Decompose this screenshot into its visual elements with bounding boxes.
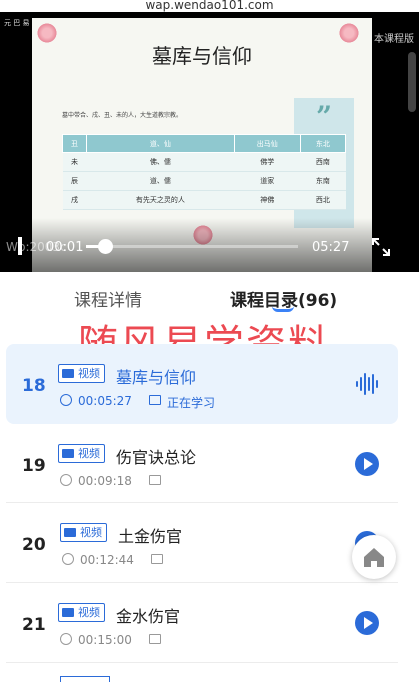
lesson-status: 正在学习 — [167, 396, 216, 410]
lesson-number: 18 — [22, 376, 46, 396]
slide-table-cell: 佛、儒 — [86, 152, 235, 172]
home-button[interactable] — [352, 535, 396, 579]
url-text: wap.wendao101.com — [145, 0, 274, 12]
slide-table-cell: 西北 — [300, 190, 346, 210]
slide-table: 丑 道、仙 出马仙 东北 未 佛、儒 佛学 西南 辰 道、儒 道家 东南 戌 有… — [61, 134, 347, 210]
video-type-badge: 视频 — [58, 603, 105, 622]
slide-text: 墓中带合、戌、丑、未的人，大生道教宗教。 — [62, 112, 183, 119]
slide-table-cell: 未 — [62, 152, 87, 172]
slide-table-header-cell: 道、仙 — [86, 134, 235, 153]
tab-course-details[interactable]: 课程详情 — [74, 286, 142, 311]
video-player[interactable]: 元 巴 易 墓库与信仰 墓中带合、戌、丑、未的人，大生道教宗教。 ” 丑 道、仙… — [0, 12, 419, 272]
lesson-row[interactable]: 18 视频 墓库与信仰 00:05:27 正在学习 — [6, 344, 398, 424]
slide-title: 墓库与信仰 — [152, 44, 252, 68]
play-button-icon[interactable] — [355, 452, 379, 476]
lesson-title: 伤官诀总论 — [116, 448, 197, 467]
clock-icon — [60, 633, 72, 645]
slide-table-cell: 戌 — [62, 190, 87, 210]
pause-icon[interactable] — [18, 237, 22, 255]
lesson-duration: 00:15:00 — [78, 633, 132, 647]
course-tabs: 课程详情 课程目录(96) — [0, 272, 419, 316]
slide-table-cell: 辰 — [62, 171, 87, 191]
lesson-number: 21 — [22, 615, 46, 635]
lesson-number: 19 — [22, 456, 46, 476]
home-icon — [364, 548, 384, 567]
slide-table-cell: 东南 — [300, 171, 346, 191]
courseware-icon — [151, 554, 163, 564]
video-camera-icon — [62, 608, 74, 617]
slide-table-row: 戌 有先天之灵的人 神佛 西北 — [62, 190, 346, 210]
slide-table-cell: 道家 — [234, 171, 301, 191]
slide-table-header-cell: 东北 — [299, 134, 347, 153]
lesson-duration: 00:09:18 — [78, 474, 132, 488]
video-type-badge: 视频 — [58, 444, 105, 463]
play-button-icon[interactable] — [355, 611, 379, 635]
video-type-label: 视频 — [78, 447, 100, 460]
video-camera-icon — [64, 528, 76, 537]
next-lesson-badge-partial — [60, 676, 110, 682]
lesson-title: 金水伤官 — [116, 607, 181, 626]
quote-icon: ” — [316, 100, 333, 133]
fullscreen-icon[interactable] — [370, 236, 392, 258]
slide-table-header: 丑 道、仙 出马仙 东北 — [61, 134, 347, 153]
slide-table-header-cell: 丑 — [61, 134, 88, 153]
video-type-label: 视频 — [80, 526, 102, 539]
progress-slider[interactable] — [86, 239, 298, 254]
video-type-badge: 视频 — [60, 523, 107, 542]
total-duration: 05:27 — [312, 240, 350, 255]
slide-table-row: 未 佛、儒 佛学 西南 — [62, 152, 346, 172]
current-time: 00:01 — [46, 240, 84, 255]
lesson-duration: 00:05:27 — [78, 394, 132, 408]
row-divider — [6, 662, 398, 663]
slide-table-cell: 有先天之灵的人 — [86, 190, 235, 210]
courseware-icon — [149, 634, 161, 644]
slide-table-row: 辰 道、儒 道家 东南 — [62, 171, 346, 191]
lesson-duration: 00:12:44 — [80, 553, 134, 567]
lesson-title: 墓库与信仰 — [116, 368, 197, 387]
lesson-row[interactable]: 21 视频 金水伤官 00:15:00 — [6, 583, 398, 663]
slide-table-header-cell: 出马仙 — [233, 134, 301, 153]
slide-table-cell: 佛学 — [234, 152, 301, 172]
lesson-row[interactable]: 19 视频 伤官诀总论 00:09:18 — [6, 424, 398, 504]
video-camera-icon — [62, 369, 74, 378]
clock-icon — [60, 474, 72, 486]
slide-table-cell: 道、儒 — [86, 171, 235, 191]
slide-corner-note: 元 巴 易 — [4, 19, 30, 27]
courseware-icon — [149, 395, 161, 405]
progress-knob[interactable] — [98, 239, 114, 254]
video-type-badge: 视频 — [58, 364, 105, 383]
video-type-label: 视频 — [78, 367, 100, 380]
audio-wave-icon — [356, 373, 378, 395]
clock-icon — [60, 394, 72, 406]
video-type-label: 视频 — [78, 606, 100, 619]
lesson-title: 土金伤官 — [118, 527, 183, 546]
course-copyright-text: 本课程版 — [374, 34, 414, 45]
side-drag-handle[interactable] — [408, 52, 416, 112]
clock-icon — [62, 553, 74, 565]
slide-table-cell: 神佛 — [234, 190, 301, 210]
lesson-row[interactable]: 20 视频 土金伤官 00:12:44 — [6, 503, 398, 583]
browser-url-bar[interactable]: wap.wendao101.com — [0, 0, 419, 12]
courseware-icon — [149, 475, 161, 485]
video-camera-icon — [62, 449, 74, 458]
lesson-number: 20 — [22, 535, 46, 555]
slide-table-cell: 西南 — [300, 152, 346, 172]
